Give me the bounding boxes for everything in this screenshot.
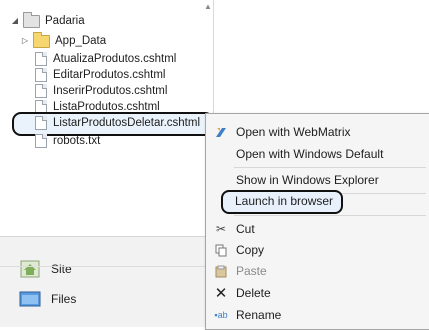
tree-root-padaria[interactable]: ◢ Padaria — [10, 11, 85, 30]
expand-arrow-icon[interactable]: ▷ — [20, 32, 30, 50]
file-icon — [35, 134, 47, 148]
menu-label: Launch in browser — [235, 194, 334, 208]
file-icon — [35, 68, 47, 82]
nav-item-files[interactable]: Files — [0, 283, 213, 315]
menu-launch-in-browser-overlay[interactable]: Launch in browser — [205, 190, 429, 212]
menu-separator — [234, 167, 426, 168]
menu-label: Open with Windows Default — [236, 147, 384, 161]
nav-label-site: Site — [51, 262, 72, 276]
tree-item-label: ListarProdutosDeletar.cshtml — [53, 117, 201, 129]
menu-show-in-windows-explorer[interactable]: Show in Windows Explorer — [206, 169, 429, 191]
menu-label: Rename — [236, 308, 282, 322]
context-menu: Open with WebMatrix Open with Windows De… — [205, 113, 429, 330]
site-icon — [19, 260, 41, 278]
tree-item-label: App_Data — [55, 35, 107, 47]
file-tree-panel: ▲ ◢ Padaria ▷ App_Data AtualizaProdutos.… — [0, 0, 214, 236]
menu-label: Copy — [236, 243, 265, 257]
tree-item-app-data[interactable]: ▷ App_Data — [20, 31, 107, 50]
menu-label: Open with WebMatrix — [236, 125, 351, 139]
file-icon — [35, 52, 47, 66]
tree-root-label: Padaria — [45, 15, 85, 27]
menu-separator — [234, 215, 426, 216]
menu-rename[interactable]: ▪ab Rename — [206, 304, 429, 326]
menu-label: Paste — [236, 264, 267, 278]
file-icon — [35, 84, 47, 98]
scroll-up-arrow-icon[interactable]: ▲ — [204, 2, 212, 11]
folder-icon — [33, 31, 50, 48]
rename-icon: ▪ab — [214, 310, 228, 320]
menu-delete[interactable]: ✕ Delete — [206, 282, 429, 304]
tree-item-file[interactable]: robots.txt — [35, 132, 100, 150]
nav-divider — [0, 266, 213, 267]
files-icon — [19, 290, 41, 308]
menu-open-with-windows-default[interactable]: Open with Windows Default — [206, 143, 429, 165]
webmatrix-icon — [206, 125, 236, 139]
nav-item-site[interactable]: Site — [0, 253, 213, 285]
nav-label-files: Files — [51, 292, 77, 306]
menu-copy[interactable]: Copy — [206, 239, 429, 261]
tree-item-label: robots.txt — [53, 135, 101, 147]
scissors-icon: ✂ — [215, 222, 227, 236]
menu-cut[interactable]: ✂ Cut — [206, 218, 429, 240]
menu-label: Show in Windows Explorer — [236, 173, 379, 187]
paste-icon — [206, 265, 236, 278]
menu-paste: Paste — [206, 260, 429, 282]
file-icon — [35, 116, 47, 130]
delete-icon: ✕ — [214, 285, 228, 302]
tree-item-file-selected[interactable]: ListarProdutosDeletar.cshtml — [35, 114, 200, 132]
folder-icon — [23, 11, 40, 28]
menu-label: Cut — [236, 222, 255, 236]
copy-icon — [206, 244, 236, 257]
menu-label: Delete — [236, 286, 271, 300]
collapse-arrow-icon[interactable]: ◢ — [10, 12, 20, 30]
menu-open-with-webmatrix[interactable]: Open with WebMatrix — [206, 121, 429, 143]
